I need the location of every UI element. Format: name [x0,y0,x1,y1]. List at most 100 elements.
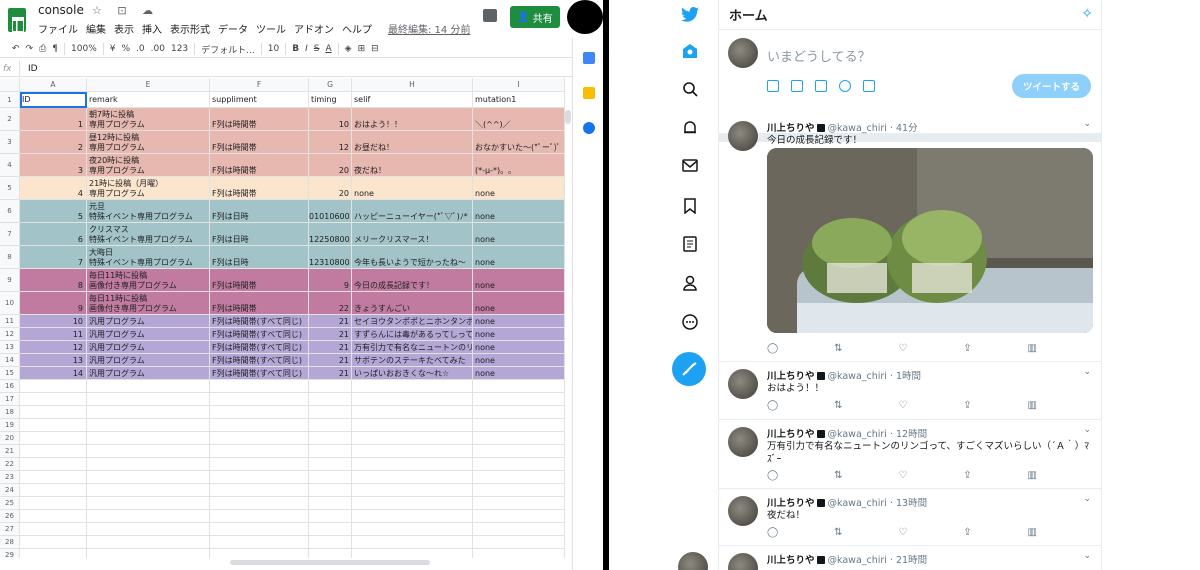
print-icon[interactable]: ⎙ [39,44,46,54]
cell-h[interactable] [352,510,473,523]
account-avatar[interactable] [678,552,708,570]
notifications-bell-icon[interactable] [680,118,700,138]
decrease-decimal-button[interactable]: .0 [136,44,145,54]
display-name[interactable]: 川上ちりや [767,371,815,382]
cell-i[interactable]: none [473,177,565,200]
cell-e[interactable] [87,380,210,393]
cell-e[interactable] [87,510,210,523]
cell-f[interactable] [210,510,309,523]
cell-a[interactable]: 6 [20,223,87,246]
cell-e[interactable] [87,484,210,497]
row-number[interactable]: 10 [0,292,20,315]
cell-h[interactable]: きょうすんごい [352,292,473,315]
cell-h[interactable] [352,536,473,549]
reply-icon[interactable]: ◯ [767,470,778,481]
cell-h[interactable]: 今年も長いようで短かったね～ [352,246,473,269]
cell-f[interactable] [210,497,309,510]
cell-g[interactable]: 12250800 [309,223,352,246]
cell-header-a[interactable]: ID [20,92,87,108]
percent-button[interactable]: % [122,44,131,54]
cell-a[interactable] [20,406,87,419]
cell-g[interactable] [309,419,352,432]
cell-e[interactable] [87,523,210,536]
cell-e[interactable]: 汎用プログラム [87,354,210,367]
cell-header-g[interactable]: timing [309,92,352,108]
cell-f[interactable] [210,549,309,558]
lists-icon[interactable] [680,234,700,254]
reply-icon[interactable]: ◯ [767,400,778,411]
row-number[interactable]: 17 [0,393,20,406]
compose-tweet-button[interactable] [672,352,706,386]
cell-h[interactable] [352,419,473,432]
cell-g[interactable] [309,497,352,510]
share-icon[interactable]: ⇪ [963,470,971,481]
cell-g[interactable]: 20 [309,154,352,177]
row-number[interactable]: 29 [0,549,20,558]
retweet-icon[interactable]: ⇅ [834,527,842,538]
row-number[interactable]: 1 [0,92,20,108]
profile-icon[interactable] [680,273,700,293]
share-icon[interactable]: ⇪ [963,400,971,411]
analytics-icon[interactable]: ▥ [1028,343,1037,354]
last-edit-link[interactable]: 最終編集: 14 分前 [388,21,470,36]
cell-f[interactable] [210,380,309,393]
cell-g[interactable] [309,432,352,445]
cell-g[interactable]: 10 [309,108,352,131]
cell-a[interactable] [20,419,87,432]
cell-h[interactable] [352,406,473,419]
cell-e[interactable]: 昼12時に投稿 専用プログラム [87,131,210,154]
cell-g[interactable] [309,536,352,549]
cell-i[interactable]: おなかすいた～(*ﾟーﾟ)ﾟ [473,131,565,154]
row-number[interactable]: 7 [0,223,20,246]
cell-i[interactable] [473,458,565,471]
image-icon[interactable] [767,80,779,92]
like-heart-icon[interactable]: ♡ [898,400,907,411]
retweet-icon[interactable]: ⇅ [834,343,842,354]
cell-f[interactable]: F列は時間帯 [210,177,309,200]
cell-a[interactable] [20,497,87,510]
explore-search-icon[interactable] [680,79,700,99]
cell-g[interactable]: 20 [309,177,352,200]
row-number[interactable]: 4 [0,154,20,177]
menu-help[interactable]: ヘルプ [342,21,372,36]
row-number[interactable]: 26 [0,510,20,523]
cell-f[interactable]: F列は日時 [210,200,309,223]
cell-i[interactable]: none [473,354,565,367]
cell-a[interactable]: 2 [20,131,87,154]
poll-icon[interactable] [815,80,827,92]
cell-g[interactable]: 12 [309,131,352,154]
handle[interactable]: @kawa_chiri [828,123,887,134]
cell-a[interactable] [20,536,87,549]
cell-h[interactable] [352,523,473,536]
text-color-button[interactable]: A [325,44,331,54]
star-folder-cloud-icons[interactable]: ☆ ⊡ ☁ [92,4,159,17]
cell-g[interactable] [309,380,352,393]
row-number[interactable]: 2 [0,108,20,131]
cell-h[interactable] [352,484,473,497]
more-icon[interactable] [680,312,700,332]
cell-f[interactable]: F列は時間帯(すべて同じ) [210,354,309,367]
cell-e[interactable]: 汎用プログラム [87,328,210,341]
tweet[interactable]: 川上ちりや @kawa_chiri · 1時間 ⌄ おはよう！！ ◯ ⇅ ♡ ⇪ ▥ [719,362,1101,420]
zoom-select[interactable]: 100% [71,44,97,54]
cell-i[interactable] [473,523,565,536]
row-number[interactable]: 5 [0,177,20,200]
comment-icon[interactable] [483,9,497,22]
row-number[interactable]: 6 [0,200,20,223]
cell-e[interactable] [87,406,210,419]
cell-h[interactable] [352,549,473,558]
column-header-h[interactable]: H [352,78,473,92]
cell-f[interactable] [210,523,309,536]
italic-button[interactable]: I [305,44,308,54]
display-name[interactable]: 川上ちりや [767,123,815,134]
column-header-e[interactable]: E [87,78,210,92]
cell-f[interactable] [210,484,309,497]
cell-f[interactable]: F列は時間帯 [210,154,309,177]
cell-header-f[interactable]: suppliment [210,92,309,108]
menu-addons[interactable]: アドオン [294,21,334,36]
cell-f[interactable] [210,536,309,549]
avatar[interactable] [728,38,758,68]
reply-icon[interactable]: ◯ [767,343,778,354]
column-header-g[interactable]: G [309,78,352,92]
home-icon[interactable] [680,41,700,61]
